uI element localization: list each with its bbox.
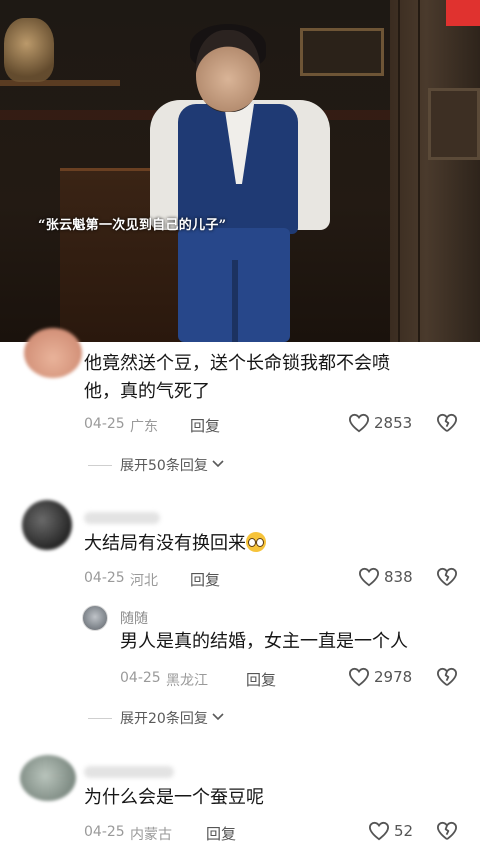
wall-frame xyxy=(300,28,384,76)
expand-label: 展开50条回复 xyxy=(120,458,208,474)
broken-heart-icon xyxy=(436,667,458,687)
reply-button[interactable]: 回复 xyxy=(190,569,220,590)
comment-location: 内蒙古 xyxy=(130,827,172,843)
pleading-face-emoji xyxy=(246,532,266,552)
expand-label: 展开20条回复 xyxy=(120,711,208,727)
avatar[interactable] xyxy=(22,500,72,550)
reply-button[interactable]: 回复 xyxy=(190,415,220,436)
avatar[interactable] xyxy=(24,328,82,378)
like-count: 52 xyxy=(394,822,414,840)
video-player[interactable]: “张云魁第一次见到自己的儿子” xyxy=(0,0,480,342)
reply-username[interactable]: 随随 xyxy=(120,608,148,628)
username-blurred xyxy=(84,766,174,778)
vase-decoration xyxy=(4,18,54,82)
avatar[interactable] xyxy=(20,755,76,801)
like-count: 2978 xyxy=(374,668,413,686)
dislike-button[interactable] xyxy=(436,667,458,687)
reply-date: 04-25 xyxy=(120,670,161,686)
comment-location: 河北 xyxy=(130,573,158,589)
reply-button[interactable]: 回复 xyxy=(206,823,236,844)
like-button[interactable]: 2853 xyxy=(348,413,412,433)
video-caption: “张云魁第一次见到自己的儿子” xyxy=(38,218,227,233)
reply-avatar[interactable] xyxy=(82,605,108,631)
dislike-button[interactable] xyxy=(436,413,458,433)
heart-outline-icon xyxy=(348,413,370,433)
comment-text: 他竟然送个豆，送个长命锁我都不会喷 他，真的气死了 xyxy=(84,353,390,402)
dislike-button[interactable] xyxy=(436,821,458,841)
broken-heart-icon xyxy=(436,821,458,841)
expand-replies-button[interactable]: 展开20条回复 xyxy=(88,708,224,728)
username-blurred xyxy=(84,512,160,524)
like-button[interactable]: 52 xyxy=(368,821,413,841)
corner-badge xyxy=(446,0,480,26)
reply-button[interactable]: 回复 xyxy=(246,669,276,690)
comment-text: 大结局有没有换回来 xyxy=(84,530,266,558)
comment-date: 04-25 xyxy=(84,824,125,840)
reply-text: 男人是真的结婚，女主一直是一个人 xyxy=(120,631,408,652)
comment-location: 广东 xyxy=(130,419,158,435)
heart-outline-icon xyxy=(368,821,390,841)
heart-outline-icon xyxy=(348,667,370,687)
expand-replies-button[interactable]: 展开50条回复 xyxy=(88,455,224,475)
like-button[interactable]: 2978 xyxy=(348,667,412,687)
comment-date: 04-25 xyxy=(84,416,125,432)
heart-outline-icon xyxy=(358,567,380,587)
like-count: 2853 xyxy=(374,414,413,432)
comment-date: 04-25 xyxy=(84,570,125,586)
dislike-button[interactable] xyxy=(436,567,458,587)
wooden-door xyxy=(390,0,480,342)
comment-text: 为什么会是一个蚕豆呢 xyxy=(84,787,264,808)
chevron-down-icon xyxy=(212,457,224,473)
chevron-down-icon xyxy=(212,710,224,726)
reply-location: 黑龙江 xyxy=(166,673,208,689)
like-button[interactable]: 838 xyxy=(358,567,413,587)
broken-heart-icon xyxy=(436,567,458,587)
boy-figure xyxy=(196,30,260,112)
like-count: 838 xyxy=(384,568,413,586)
broken-heart-icon xyxy=(436,413,458,433)
